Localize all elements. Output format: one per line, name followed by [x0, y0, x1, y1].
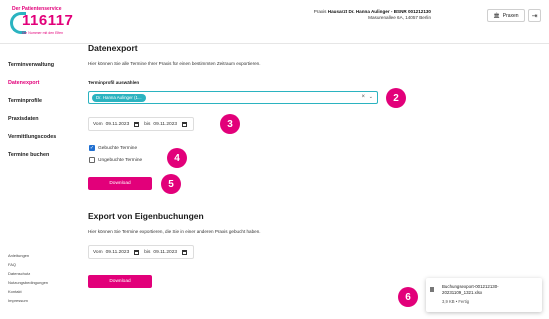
logout-button[interactable]: ⇥	[528, 9, 541, 22]
download-filename[interactable]: Buchungsexport-001212130-20231109_1321.x…	[442, 284, 538, 296]
footer-link-kontakt[interactable]: Kontakt	[8, 289, 22, 294]
own-export-title: Export von Eigenbuchungen	[88, 211, 204, 221]
calendar-icon[interactable]	[182, 249, 188, 255]
download-toast[interactable]: Buchungsexport-001212130-20231109_1321.x…	[426, 278, 542, 312]
sidebar: Terminverwaltung Datenexport Terminprofi…	[0, 44, 78, 319]
file-icon	[430, 287, 434, 292]
profile-select-label: Terminprofil auswählen	[88, 80, 140, 85]
own-from-label: Vom	[93, 249, 103, 255]
top-bar: Der Patientenservice 116117 Die Nummer m…	[0, 0, 549, 44]
profile-select[interactable]: Dr. Hanna Aulinger (1... × ⌄	[88, 91, 378, 104]
callout-badge-5: 5	[161, 174, 181, 194]
download-button[interactable]: Download	[88, 177, 152, 190]
page-title: Datenexport	[88, 43, 138, 53]
logo-number: 116117	[22, 12, 74, 29]
calendar-icon[interactable]	[134, 121, 140, 127]
own-export-description: Hier können Sie Termine exportieren, die…	[88, 229, 261, 234]
from-date-input[interactable]: 09.11.2023	[106, 122, 130, 127]
own-to-date-input[interactable]: 09.11.2023	[153, 250, 177, 255]
checkbox-unbooked-label: Ungebuchte Termine	[98, 157, 143, 163]
sidebar-item-termine-buchen[interactable]: Termine buchen	[8, 152, 49, 158]
practice-info: Praxis Hausarzt Dr. Hanna Aulinger - BSN…	[314, 9, 431, 21]
sidebar-item-terminverwaltung[interactable]: Terminverwaltung	[8, 62, 54, 68]
practice-name: Hausarzt Dr. Hanna Aulinger - BSNR 00121…	[327, 9, 431, 14]
checkbox-booked[interactable]: ✓ Gebuchte Termine	[89, 145, 137, 151]
logo-subline: Die Nummer mit den Elfen	[22, 31, 64, 35]
callout-badge-6: 6	[398, 287, 418, 307]
sidebar-item-datenexport[interactable]: Datenexport	[8, 80, 39, 86]
checkbox-unbooked[interactable]: Ungebuchte Termine	[89, 157, 142, 163]
checkbox-unchecked-icon[interactable]	[89, 157, 95, 163]
export-description: Hier können Sie alle Termine Ihrer Praxi…	[88, 61, 261, 66]
callout-badge-4: 4	[167, 148, 187, 168]
chevron-down-icon[interactable]: ⌄	[369, 94, 373, 100]
logout-icon: ⇥	[531, 12, 538, 20]
own-download-button[interactable]: Download	[88, 275, 152, 288]
practice-address: Masurenallee 6A, 14057 Berlin	[368, 15, 431, 20]
calendar-icon[interactable]	[182, 121, 188, 127]
own-to-label: bis	[144, 249, 151, 255]
from-label: Vom	[93, 121, 103, 127]
footer-link-anleitungen[interactable]: Anleitungen	[8, 253, 29, 258]
praxen-label: Praxen	[502, 12, 519, 19]
to-date-input[interactable]: 09.11.2023	[153, 122, 177, 127]
sidebar-item-praxisdaten[interactable]: Praxisdaten	[8, 116, 39, 122]
praxen-button[interactable]: 🏛 Praxen	[487, 9, 525, 22]
footer-link-faq[interactable]: FAQ	[8, 262, 16, 267]
sidebar-item-vermittlungscodes[interactable]: Vermittlungscodes	[8, 134, 56, 140]
callout-badge-2: 2	[386, 88, 406, 108]
building-icon: 🏛	[493, 12, 500, 19]
footer-link-nutzungsbedingungen[interactable]: Nutzungsbedingungen	[8, 280, 48, 285]
sidebar-item-terminprofile[interactable]: Terminprofile	[8, 98, 42, 104]
footer-link-impressum[interactable]: Impressum	[8, 298, 28, 303]
calendar-icon[interactable]	[134, 249, 140, 255]
own-from-date-input[interactable]: 09.11.2023	[106, 250, 130, 255]
checkbox-checked-icon[interactable]: ✓	[89, 145, 95, 151]
selected-profile-chip[interactable]: Dr. Hanna Aulinger (1...	[92, 94, 146, 102]
own-date-range: Vom 09.11.2023 bis 09.11.2023	[88, 245, 195, 259]
footer-link-datenschutz[interactable]: Datenschutz	[8, 271, 30, 276]
download-info: 3,9 KB • Fertig	[442, 299, 470, 304]
callout-badge-3: 3	[220, 114, 240, 134]
practice-prefix: Praxis	[313, 9, 327, 14]
clear-icon[interactable]: ×	[361, 94, 365, 100]
checkbox-booked-label: Gebuchte Termine	[98, 145, 138, 151]
date-range: Vom 09.11.2023 bis 09.11.2023	[88, 117, 195, 131]
to-label: bis	[144, 121, 151, 127]
logo[interactable]: Der Patientenservice 116117 Die Nummer m…	[8, 6, 74, 42]
